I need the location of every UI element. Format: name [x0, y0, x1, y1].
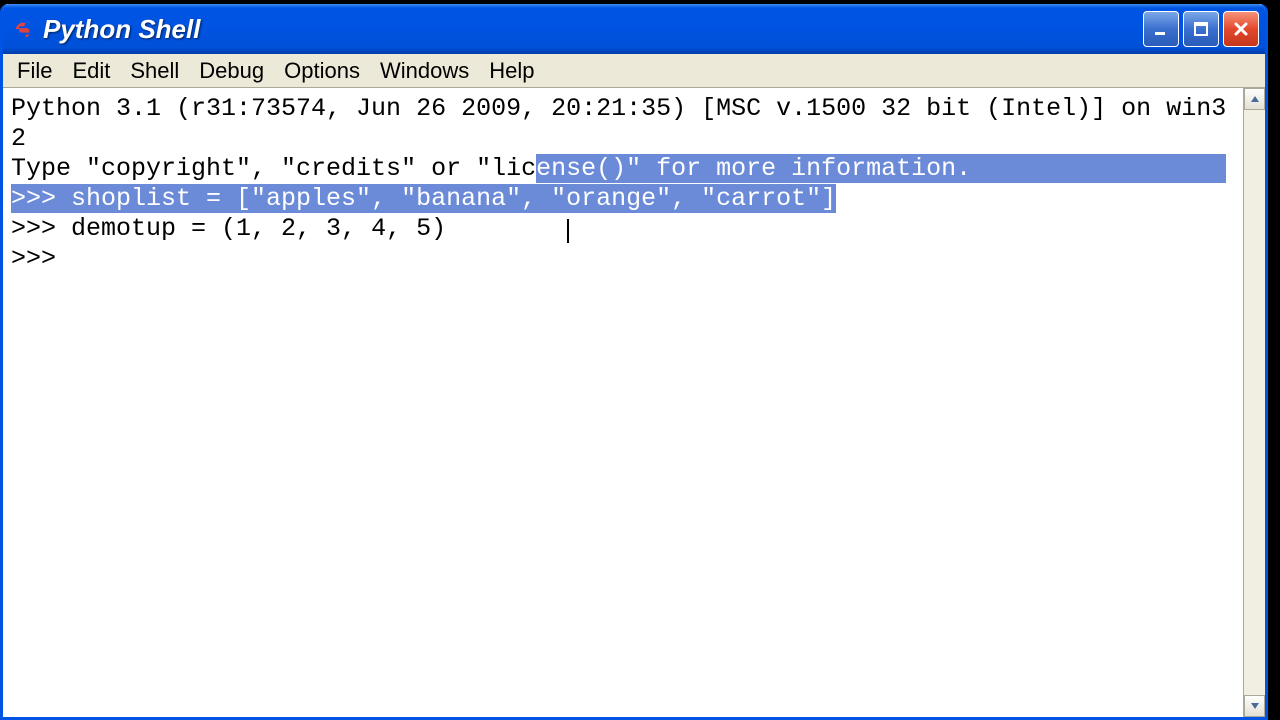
- menu-edit[interactable]: Edit: [62, 54, 120, 88]
- vertical-scrollbar[interactable]: [1243, 88, 1265, 717]
- menu-file[interactable]: File: [7, 54, 62, 88]
- window-title: Python Shell: [43, 14, 1143, 45]
- prompt-1: >>>: [11, 184, 71, 213]
- content-area: Python 3.1 (r31:73574, Jun 26 2009, 20:2…: [3, 88, 1265, 717]
- code-2: demotup = (1, 2, 3, 4, 5): [71, 214, 446, 243]
- prompt-2: >>>: [11, 214, 71, 243]
- close-button[interactable]: [1223, 11, 1259, 47]
- menu-debug[interactable]: Debug: [189, 54, 274, 88]
- menu-windows[interactable]: Windows: [370, 54, 479, 88]
- text-cursor: [567, 219, 569, 243]
- python-icon: [11, 17, 35, 41]
- maximize-button[interactable]: [1183, 11, 1219, 47]
- titlebar[interactable]: Python Shell: [3, 4, 1265, 54]
- menubar: File Edit Shell Debug Options Windows He…: [3, 54, 1265, 88]
- scroll-down-button[interactable]: [1244, 695, 1265, 717]
- window-controls: [1143, 11, 1259, 47]
- app-window: Python Shell File Edit Shell Debug Optio…: [0, 4, 1268, 720]
- minimize-button[interactable]: [1143, 11, 1179, 47]
- menu-options[interactable]: Options: [274, 54, 370, 88]
- selection-pad: [971, 154, 1226, 183]
- menu-help[interactable]: Help: [479, 54, 544, 88]
- info-selected: ense()" for more information.: [536, 154, 971, 183]
- banner-line: Python 3.1 (r31:73574, Jun 26 2009, 20:2…: [11, 94, 1235, 154]
- input-line-1: >>> shoplist = ["apples", "banana", "ora…: [11, 184, 1235, 214]
- code-1: shoplist = ["apples", "banana", "orange"…: [71, 184, 836, 213]
- scroll-up-button[interactable]: [1244, 88, 1265, 110]
- scroll-track[interactable]: [1244, 110, 1265, 695]
- info-line: Type "copyright", "credits" or "license(…: [11, 154, 1235, 184]
- info-pre: Type "copyright", "credits" or "lic: [11, 154, 536, 183]
- input-line-2: >>> demotup = (1, 2, 3, 4, 5): [11, 214, 1235, 244]
- menu-shell[interactable]: Shell: [120, 54, 189, 88]
- prompt-line-3: >>>: [11, 244, 1235, 274]
- terminal[interactable]: Python 3.1 (r31:73574, Jun 26 2009, 20:2…: [3, 88, 1243, 717]
